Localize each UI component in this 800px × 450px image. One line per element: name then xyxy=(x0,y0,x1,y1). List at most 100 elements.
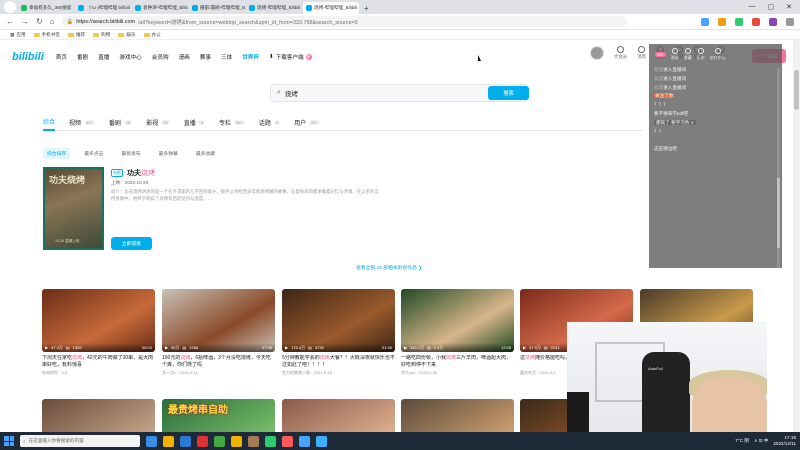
taskbar-search[interactable]: ⌕ 在这里输入你要搜索的内容 xyxy=(20,435,140,447)
featured-cover[interactable]: 功夫烧烤 10.26 温情上映 xyxy=(43,167,104,250)
new-tab-button[interactable]: + xyxy=(364,4,369,13)
video-title[interactable]: 150元的烧烤，6瓶啤酒，3个月没吃烧烤，今天吃个爽，你们馋了吗 xyxy=(162,355,275,369)
browser-tab[interactable]: 幸福有多久_360搜索× xyxy=(18,2,74,14)
video-card[interactable]: ▶ 30万 ▤ 2368 07:36 150元的烧烤，6瓶啤酒，3个月没吃烧烤，今天吃个爽… xyxy=(162,289,275,376)
taskbar-app-icon[interactable] xyxy=(197,435,208,447)
taskbar-app-icon[interactable] xyxy=(265,435,276,447)
video-thumbnail[interactable] xyxy=(42,399,155,434)
page-scroll-thumb[interactable] xyxy=(794,70,799,110)
video-thumbnail[interactable]: ▶ 47.3万 ▤ 1302 06:03 xyxy=(42,289,155,352)
taskbar-app-icon[interactable] xyxy=(282,435,293,447)
tab-1[interactable]: 视频 99+ xyxy=(69,115,95,131)
forward-icon[interactable]: → xyxy=(21,17,29,26)
tray-icons[interactable]: ∧ ⊡ 中 xyxy=(754,438,768,444)
minimize-button[interactable]: — xyxy=(749,3,756,11)
weather-info[interactable]: 7°C 阴 xyxy=(735,438,749,444)
video-thumbnail[interactable] xyxy=(401,399,514,434)
taskbar-app-icon[interactable] xyxy=(146,435,157,447)
nav-manga[interactable]: 漫画 xyxy=(179,53,190,61)
menu-icon[interactable] xyxy=(786,17,794,26)
video-thumbnail[interactable]: 最贵烤串自助 xyxy=(162,399,275,434)
nav-live[interactable]: 直播 xyxy=(98,53,109,61)
sort-option[interactable]: 最新发布 xyxy=(117,148,144,159)
header-messages[interactable]: 消息 xyxy=(637,46,646,60)
nav-mall[interactable]: 会员购 xyxy=(152,53,169,61)
tab-2[interactable]: 番剧 18 xyxy=(109,115,133,131)
chat-scroll-thumb[interactable] xyxy=(777,178,780,248)
windows-start-icon[interactable] xyxy=(4,436,14,446)
sort-option[interactable]: 最多点击 xyxy=(80,148,107,159)
tab-3[interactable]: 影视 29 xyxy=(146,115,170,131)
taskbar-app-icon[interactable] xyxy=(180,435,191,447)
chat-creator[interactable]: 创作中心 xyxy=(710,47,726,61)
extension-icon[interactable] xyxy=(769,17,777,26)
tab-close-icon[interactable]: × xyxy=(73,5,74,11)
video-uploader[interactable]: 徐大sao · 2020-2-26 xyxy=(401,370,514,376)
video-title[interactable]: 下周天在家吃烧烤，42元的牛肉做了30串，是大肉串好吃，有料惊喜 xyxy=(42,355,155,369)
close-window-button[interactable]: ✕ xyxy=(786,3,792,11)
browser-tab[interactable]: 袁钟津-哔哩哔哩_Bilibili× xyxy=(132,2,188,14)
featured-title[interactable]: 功夫烧烤 xyxy=(127,168,155,178)
chat-history[interactable]: 历史 xyxy=(697,47,705,61)
page-scrollbar[interactable] xyxy=(793,40,800,432)
tab-5[interactable]: 专栏 99+ xyxy=(219,115,245,131)
taskbar-app-icon[interactable] xyxy=(316,435,327,447)
chat-scrollbar[interactable] xyxy=(777,68,780,268)
reload-icon[interactable]: ↻ xyxy=(36,17,43,26)
extension-icon[interactable] xyxy=(752,17,760,26)
watch-now-button[interactable]: 立即观看 xyxy=(111,237,152,250)
avatar[interactable] xyxy=(590,46,604,60)
bookmark-recommend[interactable]: 推荐 xyxy=(67,32,85,38)
taskbar-app-icon[interactable] xyxy=(163,435,174,447)
maximize-button[interactable]: ▢ xyxy=(768,3,775,11)
video-card[interactable]: ▶ 175.4万 ▤ 3736 01:36 5分钟教能学会的烧烤大餐？！大概深夜就快乐也不… xyxy=(282,289,395,376)
video-title[interactable]: 一路吃四份顿，小我烧烤三斤羊肉，啤酒配大肉，好吃到停不下来 xyxy=(401,355,514,369)
taskbar-app-icon[interactable] xyxy=(214,435,225,447)
video-thumbnail[interactable]: ▶ 175.4万 ▤ 3736 01:36 xyxy=(282,289,395,352)
sort-option[interactable]: 综合排序 xyxy=(43,148,71,159)
address-bar[interactable]: 🔒 https://search.bilibili.com/all?keywor… xyxy=(61,16,627,27)
video-card[interactable]: ▶ 47.3万 ▤ 1302 06:03 下周天在家吃烧烤，42元的牛肉做了30串，是大肉… xyxy=(42,289,155,376)
browser-profile-icon[interactable] xyxy=(4,1,16,13)
sort-option[interactable]: 最多弹幕 xyxy=(155,148,182,159)
nav-home[interactable]: 首页 xyxy=(56,53,67,61)
bookmark-apps[interactable]: ▦ 应用 xyxy=(10,32,26,38)
bookmark-shopping[interactable]: 购物 xyxy=(93,32,110,38)
extension-icon[interactable] xyxy=(718,17,726,26)
header-vip[interactable]: 大会员 xyxy=(614,46,627,60)
nav-download-client[interactable]: ⬇ 下载客户端新 xyxy=(269,53,312,61)
tab-7[interactable]: 用户 99+ xyxy=(294,115,320,131)
chat-messages[interactable]: 消息 xyxy=(671,47,679,61)
nav-world-cup[interactable]: 世界杯 xyxy=(242,53,259,61)
see-all-link[interactable]: 查看全部 20 部相关影视作品 ❯ xyxy=(356,264,422,271)
video-uploader[interactable]: 吃肉的你 · 5-6 xyxy=(42,370,155,376)
search-button[interactable]: 搜索 xyxy=(488,86,529,100)
tab-6[interactable]: 话题 0 xyxy=(259,115,281,131)
browser-tab[interactable]: 摄影/漏刷-哔哩哔哩_Bilibili× xyxy=(189,2,245,14)
extension-icon[interactable] xyxy=(701,17,709,26)
video-uploader[interactable]: 努力的美食小猿 · 2021-8-15 xyxy=(282,370,395,376)
extension-icon[interactable] xyxy=(735,17,743,26)
nav-game-center[interactable]: 游戏中心 xyxy=(119,53,141,61)
nav-esports[interactable]: 赛事 xyxy=(200,53,211,61)
clock[interactable]: 17:16 2022/12/11 xyxy=(773,435,796,447)
home-icon[interactable]: ⌂ xyxy=(50,17,55,26)
bookmark-mobile[interactable]: 手机书签 xyxy=(33,32,60,38)
bookmark-office[interactable]: 办公 xyxy=(143,32,161,38)
chat-favorites[interactable]: 收藏 xyxy=(684,47,692,61)
taskbar-app-icon[interactable] xyxy=(299,435,310,447)
video-thumbnail[interactable] xyxy=(282,399,395,434)
back-icon[interactable]: ← xyxy=(6,17,14,26)
nav-anime[interactable]: 番剧 xyxy=(77,53,88,61)
browser-tab[interactable]: 烧烤-哔哩哔哩_Bilibili× xyxy=(246,2,302,14)
video-uploader[interactable]: 多一点L · 2020-4-11 xyxy=(162,370,275,376)
video-title[interactable]: 5分钟教能学会的烧烤大餐？！大概深夜就快乐也不过如此了吧！！！！ xyxy=(282,355,395,369)
bilibili-logo[interactable]: bilibili xyxy=(12,51,44,63)
tab-4[interactable]: 直播 8 xyxy=(184,115,206,131)
taskbar-app-icon[interactable] xyxy=(248,435,259,447)
taskbar-app-icon[interactable] xyxy=(231,435,242,447)
browser-tab[interactable]: 烧烤-哔哩哔哩_Bilibili× xyxy=(303,2,359,14)
nav-three-body[interactable]: 三体 xyxy=(221,53,232,61)
video-thumbnail[interactable]: ▶ 342.1万 ▤ 1.4万 12:08 xyxy=(401,289,514,352)
video-thumbnail[interactable]: ▶ 30万 ▤ 2368 07:36 xyxy=(162,289,275,352)
